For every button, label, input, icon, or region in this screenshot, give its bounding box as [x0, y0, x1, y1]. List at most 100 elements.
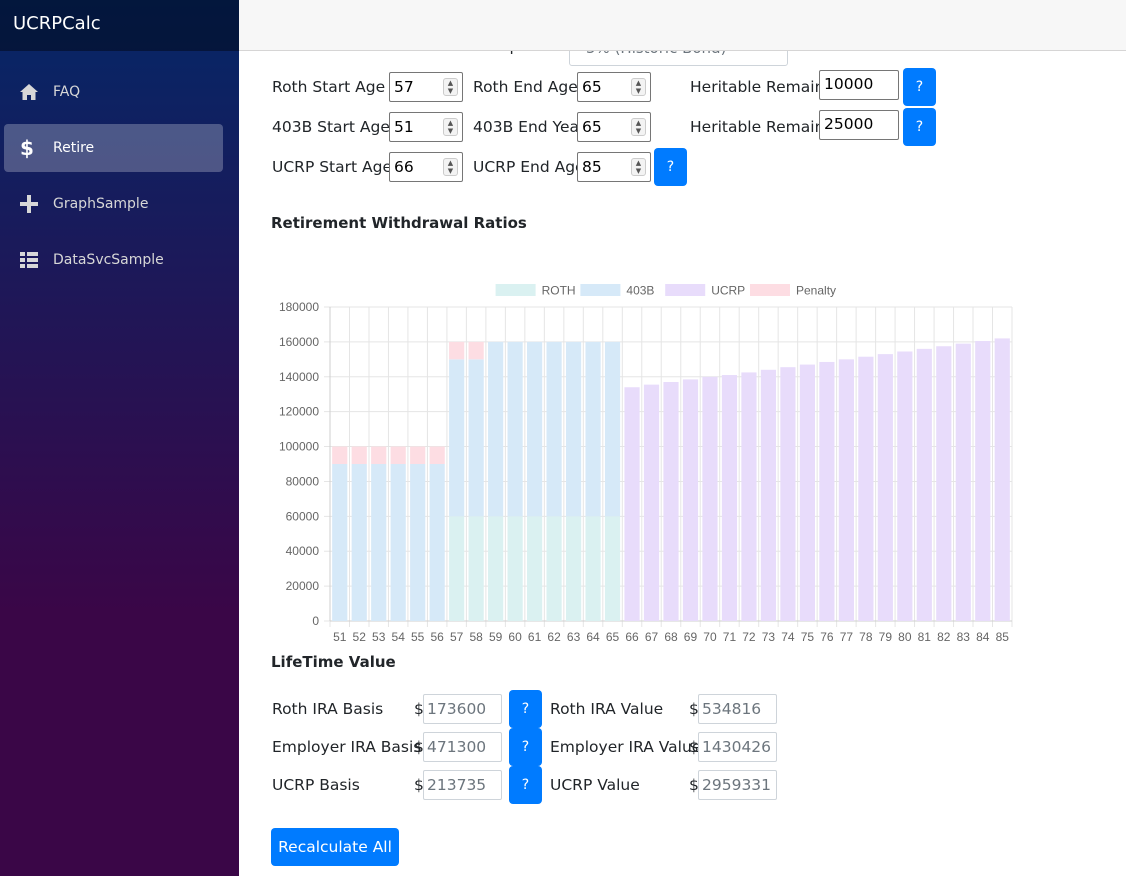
bar-segment-ucrp [643, 384, 660, 621]
employer-basis-help-button[interactable]: ? [509, 728, 542, 766]
x-tick-label: 76 [820, 630, 834, 644]
x-tick-label: 67 [645, 630, 659, 644]
employer-basis-field: 471300 [423, 732, 502, 762]
x-tick-label: 54 [392, 630, 406, 644]
x-tick-label: 68 [664, 630, 678, 644]
sidebar-item-label: DataSvcSample [53, 252, 164, 268]
bar-segment-403b [604, 341, 621, 517]
recalculate-all-button[interactable]: Recalculate All [271, 828, 399, 866]
bar-segment-roth [468, 516, 484, 621]
y-tick-label: 20000 [286, 579, 320, 593]
x-tick-label: 60 [508, 630, 522, 644]
withdrawal-chart-svg: 0 20000 40000 60000 80000 100000 120000 140000 1… [279, 284, 1013, 644]
bar-segment-ucrp [936, 346, 952, 621]
x-tick-label: 69 [684, 630, 698, 644]
x-tick-label: 65 [606, 630, 620, 644]
bar-segment-ucrp [975, 341, 991, 621]
ucrp-basis-help-button[interactable]: ? [509, 766, 542, 804]
bar-segment-403b [429, 464, 445, 621]
y-tick-label: 40000 [286, 544, 320, 558]
bar-segment-403b [371, 464, 387, 621]
y-tick-label: 0 [312, 614, 319, 628]
x-tick-label: 66 [625, 630, 639, 644]
x-tick-label: 79 [879, 630, 893, 644]
legend-swatch [580, 284, 621, 296]
sidebar-nav: FAQ $ Retire GraphSample DataSvcSample [0, 51, 239, 284]
bar-segment-ucrp [955, 343, 971, 621]
ucrp-basis-label: UCRP Basis [272, 776, 360, 794]
main-content: Annual Market Growth Rate Expectations 5… [239, 0, 1126, 876]
sidebar-item-label: GraphSample [53, 196, 149, 212]
sidebar-item-graphsample[interactable]: GraphSample [4, 180, 223, 228]
lifetime-title: LifeTime Value [271, 653, 396, 671]
x-tick-label: 57 [450, 630, 464, 644]
sidebar-item-retire[interactable]: $ Retire [4, 124, 223, 172]
roth-basis-help-button[interactable]: ? [509, 690, 542, 728]
bar-segment-roth [527, 516, 543, 621]
bar-segment-ucrp [819, 361, 835, 621]
bar-segment-ucrp [760, 369, 777, 621]
bar-segment-ucrp [780, 367, 796, 621]
dollar-icon: $ [20, 136, 34, 160]
bar-segment-penalty [390, 446, 406, 464]
x-tick-label: 72 [742, 630, 756, 644]
employer-value-label: Employer IRA Value [550, 738, 702, 756]
y-tick-label: 140000 [279, 370, 319, 384]
x-tick-label: 56 [430, 630, 444, 644]
bar-segment-penalty [468, 341, 484, 360]
x-tick-label: 55 [411, 630, 425, 644]
employer-value-field: 1430426 [698, 732, 777, 762]
bar-segment-403b [527, 341, 543, 517]
bar-segment-403b [546, 341, 562, 517]
bar-segment-penalty [351, 446, 367, 464]
bar-segment-403b [488, 341, 504, 517]
bar-segment-penalty [429, 446, 445, 464]
bar-segment-roth [488, 516, 504, 621]
x-tick-label: 62 [547, 630, 561, 644]
bar-segment-403b [410, 464, 426, 621]
x-tick-label: 81 [918, 630, 932, 644]
bar-segment-roth [546, 516, 562, 621]
bar-segment-ucrp [702, 376, 718, 621]
x-tick-label: 64 [586, 630, 600, 644]
ucrp-basis-field: 213735 [423, 770, 502, 800]
sidebar-item-datasvcsample[interactable]: DataSvcSample [4, 236, 223, 284]
top-row [239, 0, 1126, 51]
x-tick-label: 71 [723, 630, 737, 644]
bar-segment-penalty [449, 341, 465, 360]
x-tick-label: 74 [781, 630, 795, 644]
bar-segment-403b [565, 341, 582, 517]
bar-segment-403b [332, 464, 348, 621]
roth-value-label: Roth IRA Value [550, 700, 664, 718]
roth-basis-label: Roth IRA Basis [272, 700, 384, 718]
x-tick-label: 70 [703, 630, 717, 644]
bar-segment-ucrp [682, 379, 699, 621]
bar-segment-403b [585, 341, 601, 517]
y-tick-label: 120000 [279, 405, 319, 419]
roth-value-field: 534816 [698, 694, 777, 724]
plus-icon [20, 195, 48, 213]
sidebar-item-faq[interactable]: FAQ [4, 68, 223, 116]
sidebar-item-label: FAQ [53, 84, 81, 100]
app-brand[interactable]: UCRPCalc [0, 0, 239, 51]
bar-segment-penalty [332, 446, 348, 464]
y-tick-label: 100000 [279, 440, 319, 454]
y-tick-label: 60000 [286, 509, 320, 523]
bar-segment-403b [351, 464, 367, 621]
x-tick-label: 83 [957, 630, 971, 644]
x-tick-label: 75 [801, 630, 815, 644]
employer-basis-label: Employer IRA Basis [272, 738, 422, 756]
x-tick-label: 52 [353, 630, 367, 644]
sidebar: UCRPCalc FAQ $ Retire GraphSample DataSv… [0, 0, 239, 876]
legend-swatch [750, 284, 790, 296]
bar-segment-ucrp [916, 348, 932, 621]
withdrawal-chart: 0 20000 40000 60000 80000 100000 120000 140000 1… [239, 0, 1126, 664]
x-tick-label: 77 [840, 630, 854, 644]
bar-segment-ucrp [838, 359, 854, 621]
bar-segment-403b [507, 341, 523, 517]
bar-segment-ucrp [721, 375, 738, 621]
x-tick-label: 73 [762, 630, 776, 644]
roth-basis-field: 173600 [423, 694, 502, 724]
bar-segment-403b [390, 464, 406, 621]
bar-segment-penalty [410, 446, 426, 464]
